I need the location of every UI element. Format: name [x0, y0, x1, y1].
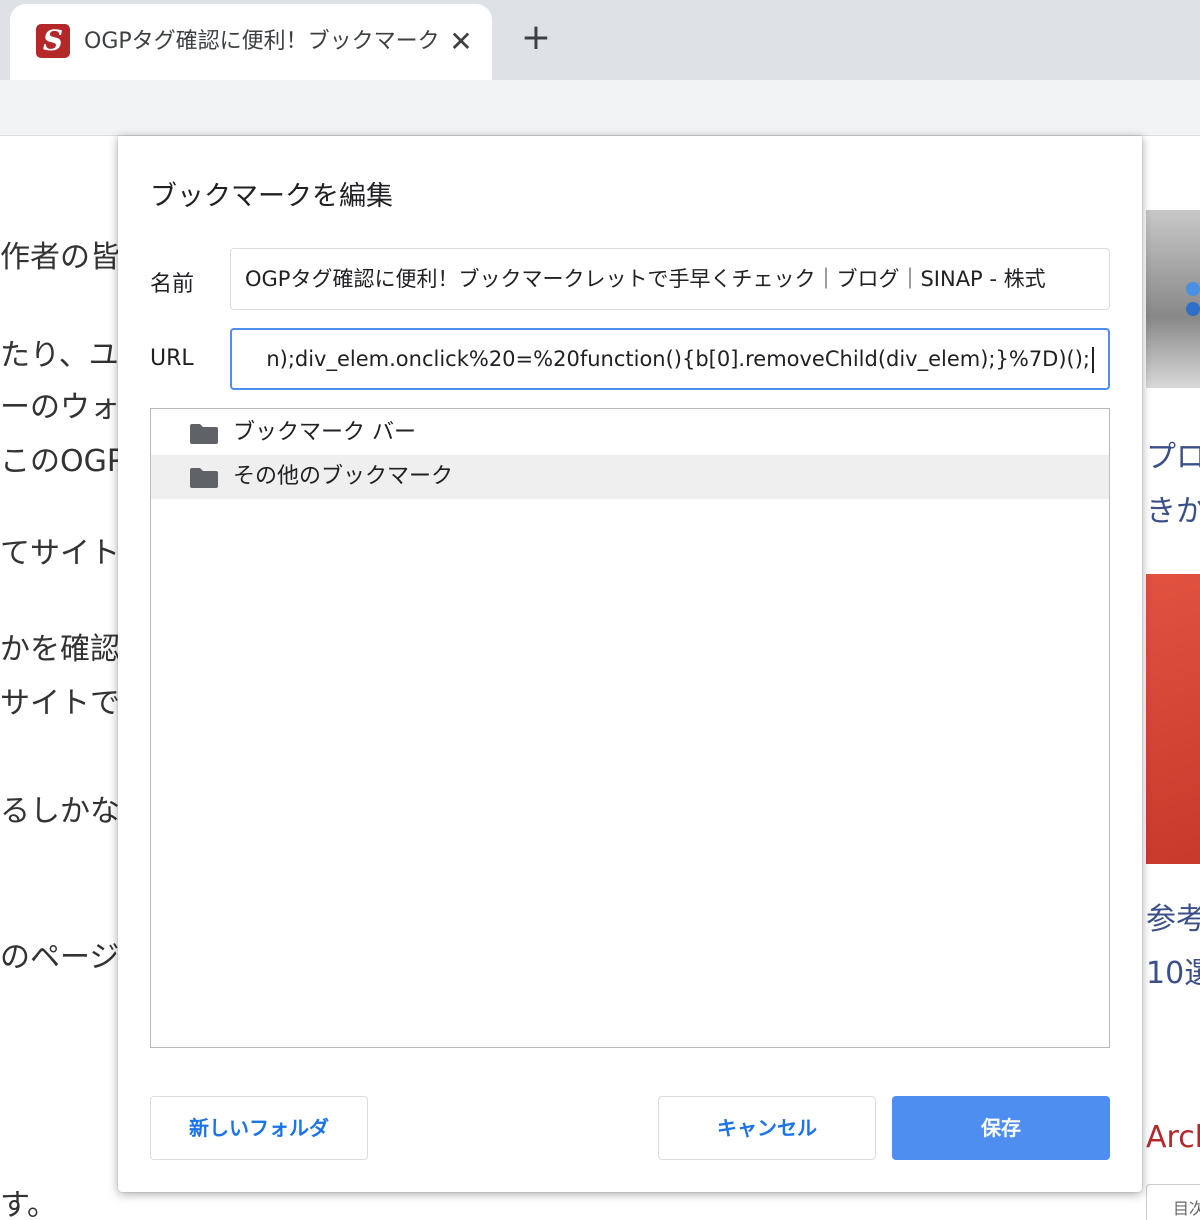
- sidebar-select-box[interactable]: 目次: [1146, 1184, 1200, 1220]
- tab-title: OGPタグ確認に便利！ブックマークレットで手早くチェック｜ブログ｜SINAP -…: [84, 29, 438, 54]
- folder-icon: [190, 468, 218, 488]
- bookmark-url-input[interactable]: n);div_elem.onclick%20=%20function(){b[0…: [230, 328, 1110, 390]
- new-tab-plus-icon[interactable]: +: [516, 18, 556, 58]
- sidebar-archive-heading: Archive: [1146, 1120, 1200, 1155]
- bookmark-name-value: OGPタグ確認に便利！ブックマークレットで手早くチェック｜ブログ｜SINAP -…: [245, 267, 1046, 291]
- site-favicon-icon: S: [36, 24, 70, 58]
- page-text-line: ーのウォ: [0, 390, 120, 425]
- tab-strip: S OGPタグ確認に便利！ブックマークレットで手早くチェック｜ブログ｜SINAP…: [0, 0, 1200, 80]
- edit-bookmark-dialog: ブックマークを編集 名前 OGPタグ確認に便利！ブックマークレットで手早くチェッ…: [118, 136, 1142, 1192]
- page-text-line: このOGP: [0, 444, 125, 479]
- text-caret: [1092, 347, 1094, 373]
- sidebar-image-dot: [1186, 302, 1200, 316]
- folder-item-bookmarks-bar[interactable]: ブックマーク バー: [151, 411, 1109, 455]
- page-text-line: 作者の皆: [0, 240, 120, 275]
- folder-icon: [190, 424, 218, 444]
- folder-item-other-bookmarks[interactable]: その他のブックマーク: [151, 455, 1109, 499]
- page-text-line: す。: [0, 1188, 57, 1220]
- active-tab[interactable]: S OGPタグ確認に便利！ブックマークレットで手早くチェック｜ブログ｜SINAP…: [10, 4, 492, 80]
- folder-tree[interactable]: ブックマーク バー その他のブックマーク: [150, 408, 1110, 1048]
- sidebar-image-dot: [1186, 282, 1200, 296]
- folder-label: その他のブックマーク: [233, 464, 454, 489]
- url-label: URL: [150, 346, 194, 371]
- sidebar-image: [1146, 210, 1200, 388]
- folder-label: ブックマーク バー: [233, 420, 416, 445]
- tab-close-icon[interactable]: ✕: [446, 24, 476, 60]
- sidebar-link-text[interactable]: きか: [1146, 486, 1200, 530]
- page-text-line: のページ: [0, 940, 120, 975]
- new-folder-button[interactable]: 新しいフォルダ: [150, 1096, 368, 1160]
- bookmark-url-value: n);div_elem.onclick%20=%20function(){b[0…: [266, 347, 1090, 371]
- sidebar-banner-image: [1146, 574, 1200, 864]
- sidebar-link-text[interactable]: 10選: [1146, 948, 1200, 992]
- save-button[interactable]: 保存: [892, 1096, 1110, 1160]
- page-text-line: かを確認: [0, 632, 120, 667]
- dialog-title: ブックマークを編集: [150, 181, 393, 212]
- sidebar-link-text[interactable]: プロ: [1146, 432, 1200, 476]
- page-text-line: サイトで: [0, 686, 120, 721]
- cancel-button[interactable]: キャンセル: [658, 1096, 876, 1160]
- name-label: 名前: [150, 272, 195, 297]
- page-text-line: てサイト: [0, 536, 120, 571]
- sidebar-link-text[interactable]: 参考: [1146, 894, 1200, 938]
- bookmark-name-input[interactable]: OGPタグ確認に便利！ブックマークレットで手早くチェック｜ブログ｜SINAP -…: [230, 248, 1110, 310]
- browser-toolbar: [0, 80, 1200, 136]
